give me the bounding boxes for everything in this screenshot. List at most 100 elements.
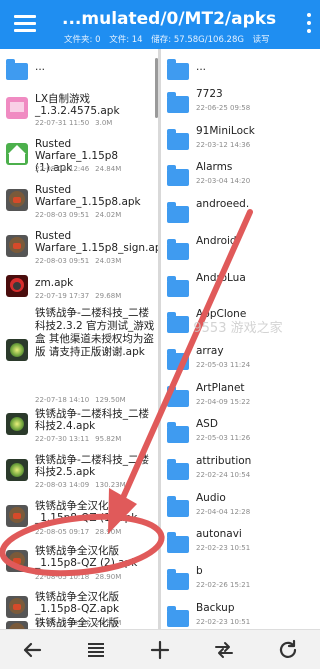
folder-name: Audio: [196, 491, 226, 504]
folder-name: autonavi: [196, 528, 242, 541]
folder-date: 22-02-23 10:51: [196, 617, 251, 626]
file-count: 文件: 14: [109, 35, 143, 45]
folder-name: ArtPlanet: [196, 381, 245, 394]
game-apk-icon: [6, 413, 28, 435]
plus-icon[interactable]: [148, 638, 172, 662]
folder-icon: [167, 128, 189, 150]
robot-apk-icon: [6, 621, 28, 629]
folder-icon: [167, 532, 189, 554]
menu-lines-icon[interactable]: [84, 638, 108, 662]
file-list-item[interactable]: 铁锈战争-二楼科技_二楼科技2.3.2 官方测试_游戏盒 其他渠道未授权均为盗版…: [0, 305, 158, 405]
folder-list-item[interactable]: autonavi 22-02-23 10:51: [161, 525, 320, 559]
file-name: 铁锈战争全汉化版_1.15p8-QZ (2).apk: [35, 545, 138, 569]
left-file-pane[interactable]: ... LX自制游戏_1.3.2.4575.apk 22-07-31 11:50…: [0, 49, 158, 629]
file-meta: 22-08-04 12:46 24.84M: [35, 165, 121, 173]
green-home-apk-icon: [6, 143, 28, 165]
file-name: 铁锈战争全汉化版_1.15p8-QZ.apk: [35, 591, 120, 615]
folder-name: Android: [196, 234, 237, 247]
folder-list-item[interactable]: array 22-05-03 11:24: [161, 342, 320, 376]
file-meta: 22-07-31 11:50 3.0M: [35, 119, 112, 127]
mount-mode: 读写: [252, 35, 270, 45]
folder-date: 22-06-25 09:58: [196, 104, 251, 112]
more-options-icon[interactable]: [306, 13, 312, 35]
folder-icon: [167, 312, 189, 334]
folder-list-item[interactable]: androeed.: [161, 195, 320, 229]
folder-date: 22-04-04 12:28: [196, 507, 251, 516]
folder-list-item[interactable]: attribution 22-02-24 10:54: [161, 452, 320, 486]
folder-name: attribution: [196, 455, 252, 467]
file-list-item[interactable]: Rusted Warfare_1.15p8.apk 22-08-03 09:51…: [0, 183, 158, 221]
folder-icon: [167, 238, 189, 260]
file-date: 22-08-05 09:17: [35, 528, 90, 536]
folder-icon: [167, 495, 189, 517]
folder-date: 22-02-26 15:21: [196, 581, 251, 590]
file-date: 22-07-31 11:50: [35, 119, 90, 127]
file-list-item[interactable]: 铁锈战争-二楼科技_二楼科技2.5.apk 22-08-03 14:09 130.…: [0, 453, 158, 491]
file-date: 22-08-03 09:51: [35, 257, 90, 265]
folder-name: Alarms: [196, 161, 233, 174]
right-file-pane[interactable]: ... 7723 22-06-25 09:58 91MiniLock 22-03-12…: [161, 49, 320, 629]
file-meta: 22-08-03 09:51 24.02M: [35, 211, 121, 219]
folder-name: 91MiniLock: [196, 124, 255, 137]
folder-icon: [167, 348, 189, 370]
robot-apk-icon: [6, 550, 28, 572]
folder-icon: [167, 275, 189, 297]
folder-list-item[interactable]: ArtPlanet 22-04-09 15:22: [161, 379, 320, 413]
file-size: 29.68M: [95, 292, 122, 300]
file-name: 铁锈战争-二楼科技_二楼科技2.4.apk: [35, 408, 150, 432]
file-name: 铁锈战争全汉化版_1.15p8-QZ (1).apk: [35, 500, 138, 524]
folder-list-item[interactable]: Audio 22-04-04 12:28: [161, 489, 320, 523]
folder-list-item[interactable]: 7723 22-06-25 09:58: [161, 85, 320, 119]
folder-name: ASD: [196, 418, 218, 431]
file-name: Rusted Warfare_1.15p8_sign.apk: [35, 230, 158, 254]
left-scrollbar[interactable]: [155, 58, 158, 118]
folder-date: 22-03-12 14:36: [196, 140, 251, 149]
folder-list-item[interactable]: Android: [161, 232, 320, 266]
folder-icon: [167, 605, 189, 627]
bottom-toolbar: [0, 629, 320, 669]
folder-list-item[interactable]: Backup 22-02-23 10:51: [161, 599, 320, 629]
folder-date: 22-02-24 10:54: [196, 471, 251, 479]
folder-list-item[interactable]: AndroLua: [161, 269, 320, 303]
robot-apk-icon: [6, 505, 28, 527]
file-meta: 22-07-30 13:11 95.82M: [35, 435, 121, 443]
hamburger-menu-icon[interactable]: [14, 15, 36, 33]
file-meta: 22-07-18 14:10 129.50M: [35, 396, 126, 404]
folder-name: AndroLua: [196, 271, 246, 284]
folder-icon: [167, 422, 189, 444]
file-list-item[interactable]: 铁锈战争全汉化版: [0, 617, 158, 629]
top-app-bar: ...mulated/0/MT2/apks 文件夹: 0 文件: 14 储存: …: [0, 0, 320, 49]
parent-directory-item[interactable]: ...: [161, 55, 320, 83]
file-list-item[interactable]: LX自制游戏_1.3.2.4575.apk 22-07-31 11:50 3.0M: [0, 91, 158, 127]
pink-apk-icon: [6, 97, 28, 119]
file-name: Rusted Warfare_1.15p8.apk: [35, 184, 141, 208]
folder-list-item[interactable]: 91MiniLock 22-03-12 14:36: [161, 122, 320, 156]
folder-list-item[interactable]: Alarms 22-03-04 14:20: [161, 158, 320, 192]
back-arrow-icon[interactable]: [20, 638, 44, 662]
file-size: 95.82M: [95, 435, 122, 443]
file-list-item[interactable]: Rusted Warfare_1.15p8 (1).apk 22-08-04 1…: [0, 137, 158, 175]
file-list-item[interactable]: 铁锈战争-二楼科技_二楼科技2.4.apk 22-07-30 13:11 95.8…: [0, 407, 158, 443]
path-stats: 文件夹: 0 文件: 14 储存: 57.58G/106.28G 读写: [64, 33, 276, 45]
folder-icon: [6, 59, 28, 80]
file-list-item[interactable]: Rusted Warfare_1.15p8_sign.apk 22-08-03 …: [0, 229, 158, 267]
folder-list-item[interactable]: AppClone: [161, 305, 320, 339]
folder-name: array: [196, 344, 224, 357]
file-list-item[interactable]: 铁锈战争全汉化版_1.15p8-QZ (1).apk 22-08-05 09:1…: [0, 499, 158, 537]
file-meta: 22-08-03 14:09 130.23M: [35, 481, 126, 489]
parent-directory-label: ...: [35, 61, 46, 73]
file-date: 22-07-19 17:37: [35, 292, 90, 300]
file-name: 铁锈战争-二楼科技_二楼科技2.5.apk: [35, 454, 150, 478]
folder-list-item[interactable]: ASD 22-05-03 11:26: [161, 415, 320, 449]
file-meta: 22-08-05 09:17 28.90M: [35, 528, 121, 536]
parent-directory-item[interactable]: ...: [0, 55, 158, 83]
refresh-icon[interactable]: [276, 638, 300, 662]
file-list-item-highlighted[interactable]: 铁锈战争全汉化版_1.15p8-QZ (2).apk 22-08-05 10:1…: [0, 544, 158, 582]
swap-icon[interactable]: [212, 638, 236, 662]
file-size: 24.02M: [95, 211, 122, 219]
file-date: 22-08-03 09:51: [35, 211, 90, 219]
folder-list-item[interactable]: b 22-02-26 15:21: [161, 562, 320, 596]
file-date: 22-08-03 14:09: [35, 481, 90, 489]
folder-date: 22-04-09 15:22: [196, 397, 251, 406]
file-list-item[interactable]: zm.apk 22-07-19 17:37 29.68M: [0, 275, 158, 303]
